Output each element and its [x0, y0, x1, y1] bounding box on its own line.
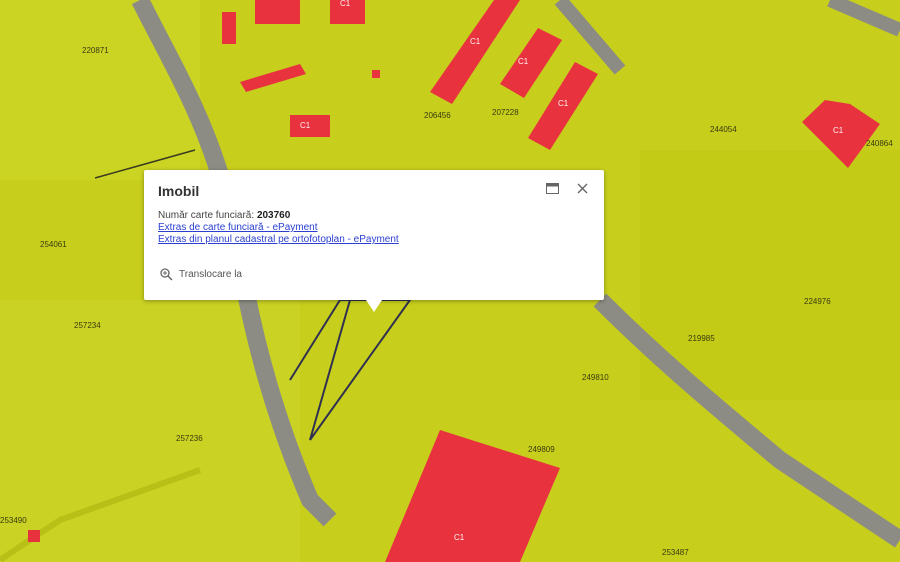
- parcel-number: 254061: [40, 240, 67, 249]
- popup-body: Număr carte funciară: 203760 Extras de c…: [158, 210, 399, 246]
- building: [222, 12, 236, 44]
- building-label: C1: [833, 126, 844, 135]
- zoom-to-button[interactable]: Translocare la: [160, 268, 242, 281]
- parcel-number: 219985: [688, 334, 715, 343]
- land-book-row: Număr carte funciară: 203760: [158, 210, 399, 222]
- close-icon[interactable]: [574, 180, 590, 196]
- zoom-icon: [160, 268, 173, 281]
- info-popup: Imobil Număr carte funciară: 203760 Extr…: [144, 170, 604, 312]
- land-book-extract-link[interactable]: Extras de carte funciară - ePayment: [158, 222, 399, 234]
- building-label: C1: [518, 57, 529, 66]
- parcel-number: 257236: [176, 434, 203, 443]
- parcel-number: 253487: [662, 548, 689, 557]
- building-label: C1: [300, 121, 311, 130]
- parcel-number: 249810: [582, 373, 609, 382]
- popup-title: Imobil: [158, 183, 200, 199]
- parcel-number: 249809: [528, 445, 555, 454]
- building-label: C1: [340, 0, 351, 8]
- land-book-label: Număr carte funciară:: [158, 210, 255, 221]
- parcel-number: 244054: [710, 125, 737, 134]
- parcel-number: 207228: [492, 108, 519, 117]
- building: [372, 70, 380, 78]
- land-book-value: 203760: [256, 210, 291, 221]
- parcel-area: [0, 0, 200, 180]
- parcel-number: 220871: [82, 46, 109, 55]
- building: [28, 530, 40, 542]
- dock-icon[interactable]: [544, 180, 560, 196]
- parcel-number: 253490: [0, 516, 27, 525]
- building-label: C1: [454, 533, 465, 542]
- parcel-number: 240864: [866, 139, 893, 148]
- parcel-number: 257234: [74, 321, 101, 330]
- building: [255, 0, 300, 24]
- building-label: C1: [470, 37, 481, 46]
- building-label: C1: [558, 99, 569, 108]
- parcel-number: 224976: [804, 297, 831, 306]
- popup-actions: [544, 180, 590, 196]
- parcel-number: 206456: [424, 111, 451, 120]
- cadastral-plan-extract-link[interactable]: Extras din planul cadastral pe ortofotop…: [158, 234, 399, 246]
- zoom-to-label: Translocare la: [179, 269, 242, 280]
